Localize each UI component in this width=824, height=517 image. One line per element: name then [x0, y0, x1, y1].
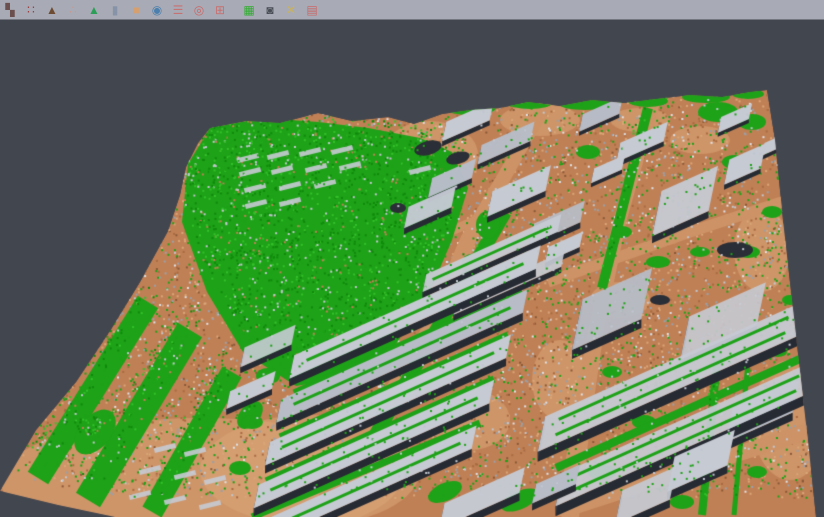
main-toolbar: ▚ ∷ ▲ ∴ ▲ ▮ ■ ◉ ☰ ◎ ⊞ ▦ ◙ ✕ ▤: [0, 0, 824, 20]
layers-icon[interactable]: ☰: [170, 2, 186, 18]
app-palette-icon[interactable]: ▚: [2, 2, 18, 18]
crop-box-icon[interactable]: ⊞: [212, 2, 228, 18]
camera-icon[interactable]: ◙: [262, 2, 278, 18]
sparse-points-icon[interactable]: ∴: [65, 2, 81, 18]
viewport-3d[interactable]: [0, 20, 824, 517]
application-window: ▚ ∷ ▲ ∴ ▲ ▮ ■ ◉ ☰ ◎ ⊞ ▦ ◙ ✕ ▤: [0, 0, 824, 517]
mountain-icon[interactable]: ▲: [44, 2, 60, 18]
panel-icon[interactable]: ▮: [107, 2, 123, 18]
globe-icon[interactable]: ◉: [149, 2, 165, 18]
target-icon[interactable]: ◎: [191, 2, 207, 18]
terrain-icon[interactable]: ▲: [86, 2, 102, 18]
scatter-points-icon[interactable]: ∷: [23, 2, 39, 18]
dsm-icon[interactable]: ■: [128, 2, 144, 18]
flag-icon[interactable]: ▤: [304, 2, 320, 18]
measure-icon[interactable]: ✕: [283, 2, 299, 18]
classification-icon[interactable]: ▦: [241, 2, 257, 18]
